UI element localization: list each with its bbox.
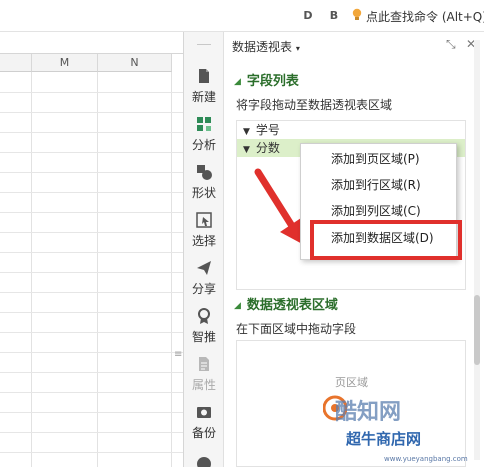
expand-arrow-icon: ▼ [243,127,250,137]
pivot-area-hint: 在下面区域中拖动字段 [236,322,357,336]
grid-line [0,352,183,353]
task-pane-toolbar: 新建 分析 形状 选择 分享 智推 属性 备份 [184,32,224,467]
tool-shape-label: 形状 [191,186,216,200]
watermark-url: www.yueyangbang.com [384,455,468,463]
column-header-n[interactable]: N [98,54,172,72]
column-header[interactable] [0,54,32,72]
tool-properties: 属性 [184,356,224,404]
tool-new-label: 新建 [191,90,216,104]
help-icon[interactable] [197,457,211,467]
formula-bar [0,32,183,54]
share-icon [197,261,211,275]
toolbar-grip [197,44,211,45]
grid-line [0,152,183,153]
pane-scrollbar[interactable] [474,40,480,460]
doc-icon[interactable]: D [300,9,316,23]
grid-line [0,392,183,393]
tool-properties-label: 属性 [191,378,216,392]
tool-select-label: 选择 [191,234,216,248]
restore-icon[interactable]: ⤡ [446,37,456,52]
expand-arrow-icon: ▼ [243,145,250,155]
grid-line [0,312,183,313]
pivot-area-header[interactable]: ◢ 数据透视表区域 [234,294,338,313]
top-bar: D B 点此查找命令 (Alt+Q) [0,0,484,32]
command-search[interactable]: 点此查找命令 (Alt+Q) [366,8,484,25]
chevron-down-icon: ▾ [295,44,300,53]
menu-add-to-row-area[interactable]: 添加到行区域(R) [301,172,456,198]
pane-title[interactable]: 数据透视表 ▾ [232,38,300,55]
watermark-brand: 酷知网 [335,400,402,425]
tool-backup[interactable]: 备份 [184,404,224,452]
scrollbar-thumb[interactable] [474,295,480,365]
grid-line [0,432,183,433]
field-student-id[interactable]: ▼ 学号 [237,121,465,139]
analyze-icon [197,117,211,131]
watermark-site: 超牛商店网 [346,430,422,448]
tool-analyze-label: 分析 [191,138,216,152]
grid-line [0,292,183,293]
grid-line [0,452,183,453]
spreadsheet-grid[interactable]: M N ≡ [0,32,184,467]
grid-line [0,332,183,333]
tool-select[interactable]: 选择 [184,212,224,260]
smart-push-icon [198,308,210,324]
field-list-header[interactable]: ◢ 字段列表 [234,70,299,89]
collab-icon[interactable]: B [326,9,342,23]
grid-line [0,192,183,193]
tool-share-label: 分享 [191,282,216,296]
collapse-triangle-icon: ◢ [234,301,241,311]
tool-new[interactable]: 新建 [184,68,224,116]
select-icon [196,212,212,228]
grid-line [0,92,183,93]
grid-line [0,112,183,113]
column-header-m[interactable]: M [32,54,98,72]
tool-smart-push-label: 智推 [191,330,216,344]
grid-line [0,212,183,213]
shape-icon [197,165,212,180]
properties-icon [199,357,209,371]
grid-line [0,372,183,373]
backup-icon [197,407,211,418]
grid-line [0,172,183,173]
tool-backup-label: 备份 [191,426,216,440]
tool-analyze[interactable]: 分析 [184,116,224,164]
grid-line [0,412,183,413]
grid-line [0,252,183,253]
grid-line [0,272,183,273]
tool-smart-push[interactable]: 智推 [184,308,224,356]
page-area-label: 页区域 [335,376,368,389]
tool-share[interactable]: 分享 [184,260,224,308]
collapse-triangle-icon: ◢ [234,77,241,87]
tool-shape[interactable]: 形状 [184,164,224,212]
pane-splitter-handle[interactable]: ≡ [174,349,182,361]
grid-line [0,232,183,233]
new-icon [199,69,209,83]
lightbulb-icon [352,8,362,20]
annotation-highlight-box [310,220,462,260]
grid-line [0,132,183,133]
menu-add-to-page-area[interactable]: 添加到页区域(P) [301,146,456,172]
field-list-hint: 将字段拖动至数据透视表区域 [236,98,393,112]
